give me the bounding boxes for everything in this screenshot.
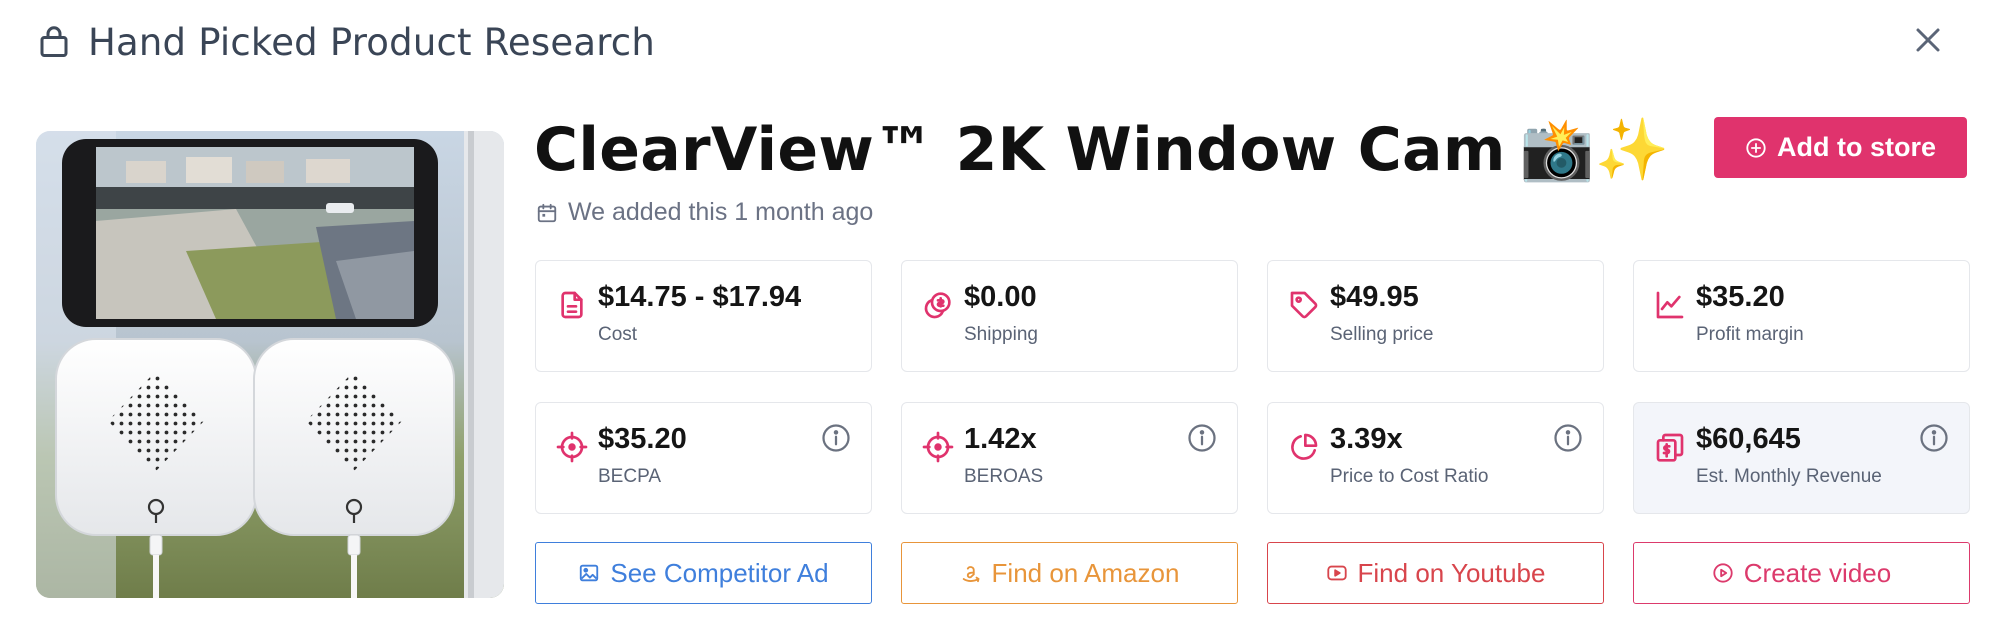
product-title: ClearView™ 2K Window Cam 📸✨	[534, 114, 1670, 186]
stat-label: Profit margin	[1696, 324, 1804, 345]
see-competitor-ad-button[interactable]: See Competitor Ad	[535, 542, 872, 604]
stat-value: $35.20	[598, 423, 687, 455]
revenue-icon	[1656, 433, 1684, 462]
info-icon[interactable]	[821, 423, 851, 453]
amazon-icon	[962, 566, 980, 583]
stat-card-price-to-cost: 3.39x Price to Cost Ratio	[1267, 402, 1604, 514]
stat-label: Selling price	[1330, 324, 1434, 345]
stat-card-beroas: 1.42x BEROAS	[901, 402, 1238, 514]
shopping-bag-icon	[40, 26, 68, 57]
stat-card-selling-price: $49.95 Selling price	[1267, 260, 1604, 372]
create-video-button[interactable]: Create video	[1633, 542, 1970, 604]
pie-chart-icon	[1291, 433, 1318, 460]
stat-label: Shipping	[964, 324, 1038, 345]
stat-value: $49.95	[1330, 281, 1419, 313]
close-button[interactable]	[1908, 20, 1948, 60]
stat-label: Cost	[598, 324, 638, 345]
calendar-icon	[537, 203, 557, 222]
find-on-youtube-button[interactable]: Find on Youtube	[1267, 542, 1604, 604]
info-icon[interactable]	[1553, 423, 1583, 453]
image-icon	[580, 564, 599, 582]
close-icon	[1916, 28, 1940, 52]
coins-icon	[924, 292, 951, 319]
find-on-amazon-button[interactable]: Find on Amazon	[901, 542, 1238, 604]
document-icon	[561, 291, 583, 319]
stat-label: BEROAS	[964, 466, 1044, 487]
youtube-icon	[1326, 565, 1347, 581]
stat-value: $0.00	[964, 281, 1037, 313]
stat-value: 1.42x	[964, 423, 1037, 455]
stat-value: 3.39x	[1330, 423, 1403, 455]
plus-circle-icon	[1746, 137, 1766, 158]
stat-card-becpa: $35.20 BECPA	[535, 402, 872, 514]
stat-label: Est. Monthly Revenue	[1696, 466, 1882, 487]
tag-icon	[1290, 291, 1318, 319]
find-on-youtube-label: Find on Youtube	[1357, 557, 1546, 588]
added-date-text: We added this 1 month ago	[568, 198, 874, 226]
find-on-amazon-label: Find on Amazon	[991, 557, 1180, 588]
stat-label: Price to Cost Ratio	[1330, 466, 1489, 487]
crosshair-icon	[556, 431, 588, 463]
see-competitor-ad-label: See Competitor Ad	[610, 557, 829, 588]
stat-card-cost: $14.75 - $17.94 Cost	[535, 260, 872, 372]
line-chart-icon	[1656, 291, 1684, 319]
crosshair-icon	[922, 431, 954, 463]
add-to-store-label: Add to store	[1777, 132, 1936, 162]
create-video-label: Create video	[1743, 557, 1892, 588]
stat-label: BECPA	[598, 466, 662, 487]
stat-value: $14.75 - $17.94	[598, 281, 802, 313]
stat-value: $60,645	[1696, 423, 1801, 455]
info-icon[interactable]	[1919, 423, 1949, 453]
play-circle-icon	[1713, 563, 1733, 583]
camera-flash-emoji: 📸✨	[1519, 115, 1670, 185]
stat-card-shipping: $0.00 Shipping	[901, 260, 1238, 372]
stat-card-monthly-revenue: $60,645 Est. Monthly Revenue	[1633, 402, 1970, 514]
stat-value: $35.20	[1696, 281, 1785, 313]
modal-title: Hand Picked Product Research	[88, 20, 655, 64]
added-date: We added this 1 month ago	[536, 198, 873, 227]
product-image	[36, 131, 504, 598]
add-to-store-button[interactable]: Add to store	[1714, 117, 1967, 178]
stat-card-profit-margin: $35.20 Profit margin	[1633, 260, 1970, 372]
modal-header: Hand Picked Product Research	[36, 18, 655, 66]
info-icon[interactable]	[1187, 423, 1217, 453]
product-name-text: ClearView™ 2K Window Cam	[534, 114, 1506, 185]
